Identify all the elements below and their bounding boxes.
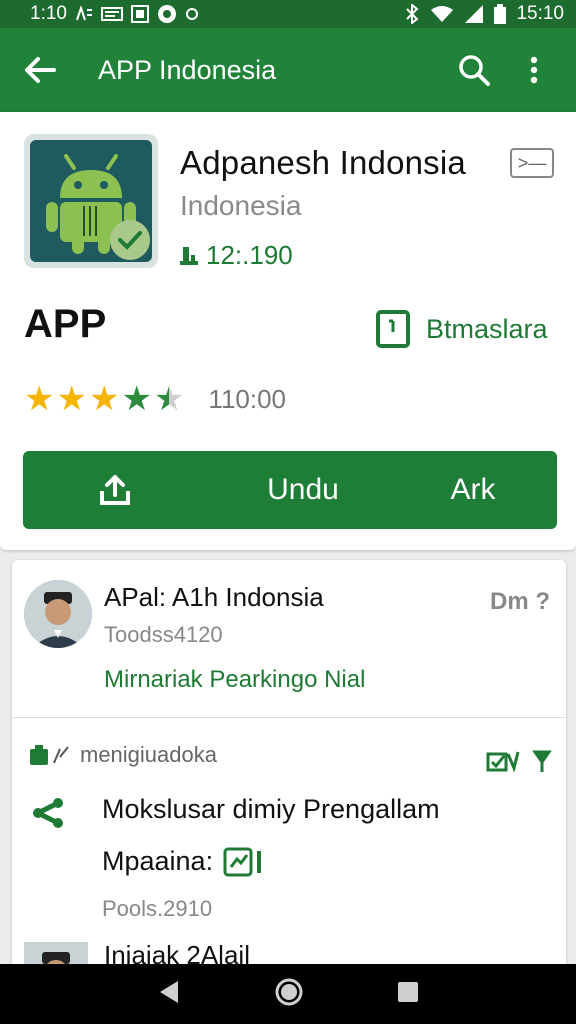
circle-home-icon xyxy=(275,978,303,1005)
avatar xyxy=(24,580,92,648)
battery-icon xyxy=(494,4,507,24)
bluetooth-icon xyxy=(404,4,420,24)
star-rating: ★ ★ ★ ★ ★ xyxy=(24,382,184,416)
wifi-icon xyxy=(430,5,454,23)
section-header-label: menigiuadoka xyxy=(80,742,217,767)
section-subtitle: Mpaaina: xyxy=(102,846,267,877)
share-nodes-icon[interactable] xyxy=(30,798,66,833)
pin-icon[interactable] xyxy=(532,748,552,777)
verified-box-icon[interactable] xyxy=(486,748,520,777)
review-link[interactable]: Mirnariak Pearkingo Nial xyxy=(104,666,365,694)
section-subtitle-label: Mpaaina: xyxy=(102,846,214,876)
arrow-left-icon xyxy=(25,57,56,83)
star-half-icon: ★ xyxy=(153,380,185,418)
square-recents-icon xyxy=(398,981,418,1002)
section-meta: Pools.2910 xyxy=(102,896,213,921)
category-label: Btmaslara xyxy=(426,313,548,344)
nav-back-button[interactable] xyxy=(156,978,182,1011)
review-action[interactable]: Dm ? xyxy=(490,588,550,616)
cell-signal-icon xyxy=(464,4,484,24)
app-badge: >— xyxy=(510,148,554,178)
category-icon xyxy=(376,310,410,348)
check-icon xyxy=(118,231,142,250)
search-button[interactable] xyxy=(452,48,496,92)
status-time-left: 1:10 xyxy=(30,3,67,24)
more-vert-icon xyxy=(530,56,538,84)
navigation-bar xyxy=(0,964,576,1024)
overflow-menu-button[interactable] xyxy=(512,48,556,92)
app-name: Adpanesh Indonsia xyxy=(180,144,466,181)
download-icon xyxy=(180,246,198,265)
person-avatar-icon xyxy=(24,580,92,648)
status-time-right: 15:10 xyxy=(516,3,564,24)
signal-dot-icon xyxy=(185,7,199,21)
star-icon: ★ xyxy=(56,380,87,418)
reviews-card: APal: A1h Indonsia Toodss4120 Mirnariak … xyxy=(12,560,566,980)
verified-badge xyxy=(110,220,150,260)
notification-icon xyxy=(75,6,93,22)
open-button[interactable]: Ark xyxy=(413,451,533,529)
page-title: APP Indonesia xyxy=(98,54,277,85)
back-button[interactable] xyxy=(0,28,80,112)
triangle-back-icon xyxy=(160,980,178,1003)
star-icon: ★ xyxy=(24,380,55,418)
app-icon xyxy=(24,134,158,268)
star-icon: ★ xyxy=(88,380,120,418)
review-item[interactable]: APal: A1h Indonsia Toodss4120 Mirnariak … xyxy=(12,560,566,718)
app-details-card: Adpanesh Indonsia >— Indonesia 12:.190 A… xyxy=(0,112,576,550)
review-meta: Toodss4120 xyxy=(104,622,223,647)
reviewer-name: APal: A1h Indonsia xyxy=(104,582,324,612)
search-icon xyxy=(459,55,490,86)
section-header: menigiuadoka xyxy=(28,742,217,768)
nav-recents-button[interactable] xyxy=(396,980,420,1009)
share-icon xyxy=(100,475,130,505)
category-tag-icon xyxy=(30,745,69,765)
status-bar: 1:10 15:10 xyxy=(0,0,576,28)
rating-row: ★ ★ ★ ★ ★ 110:00 xyxy=(24,382,286,416)
developer-link[interactable]: Indonesia xyxy=(180,190,301,222)
app-bar: APP Indonesia xyxy=(0,28,576,112)
install-button[interactable]: Undu xyxy=(223,451,383,529)
section-title: Mokslusar dimiy Prengallam xyxy=(102,794,440,824)
music-icon xyxy=(157,4,177,24)
category-link[interactable]: Btmaslara xyxy=(376,310,548,348)
share-button[interactable] xyxy=(95,469,135,511)
star-icon: ★ xyxy=(121,380,152,418)
image-icon xyxy=(130,5,149,23)
app-title: APP xyxy=(24,302,107,346)
section-actions xyxy=(486,748,552,777)
nav-home-button[interactable] xyxy=(274,977,304,1012)
trend-badge-icon xyxy=(223,847,262,876)
download-count: 12:.190 xyxy=(180,240,293,271)
action-bar: Undu Ark xyxy=(23,451,557,529)
rating-count: 110:00 xyxy=(208,383,287,414)
download-count-value: 12:.190 xyxy=(206,240,293,270)
news-icon xyxy=(100,7,123,21)
